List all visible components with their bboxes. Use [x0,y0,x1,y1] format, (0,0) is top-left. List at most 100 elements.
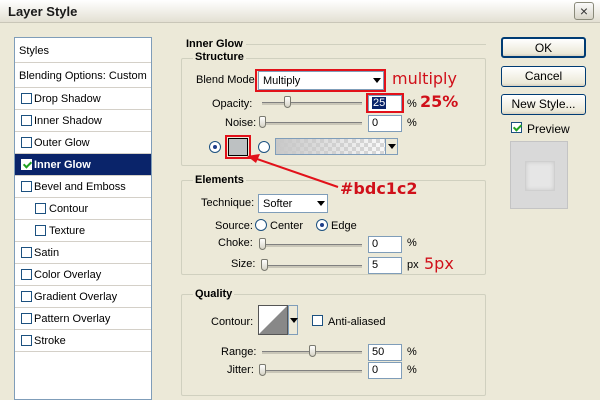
style-item-label: Outer Glow [34,137,90,149]
choke-slider-thumb[interactable] [259,238,266,250]
noise-value: 0 [372,117,379,129]
contour-dropdown[interactable] [288,305,298,335]
style-item-inner-shadow[interactable]: Inner Shadow [15,110,151,132]
styles-header-label: Styles [19,45,49,57]
choke-unit: % [407,237,417,249]
blending-options-item[interactable]: Blending Options: Custom [15,63,151,88]
close-icon: × [579,3,589,19]
style-item-contour[interactable]: Contour [15,198,151,220]
source-center-label: Center [270,220,304,232]
panel-title-divider [246,44,486,45]
anti-aliased-checkbox[interactable] [312,315,323,326]
style-item-gradient-overlay[interactable]: Gradient Overlay [15,286,151,308]
size-annotation: 5px [424,254,454,273]
chevron-down-icon [317,201,325,206]
jitter-label: Jitter: [227,364,254,376]
window-title: Layer Style [8,4,78,19]
style-item-bevel-and-emboss[interactable]: Bevel and Emboss [15,176,151,198]
technique-select[interactable]: Softer [258,194,328,213]
close-button[interactable]: × [574,2,594,20]
opacity-annotation: 25% [420,92,459,111]
style-item-checkbox[interactable] [21,313,32,324]
style-item-checkbox[interactable] [35,225,46,236]
contour-preview[interactable] [258,305,288,335]
noise-unit: % [407,117,417,129]
multiply-highlight [255,69,386,92]
ok-button[interactable]: OK [501,37,586,58]
choke-input[interactable]: 0 [368,236,402,253]
jitter-input[interactable]: 0 [368,362,402,379]
style-item-checkbox[interactable] [21,291,32,302]
color-radio[interactable] [209,141,221,153]
source-edge-label: Edge [331,220,357,232]
anti-aliased-label: Anti-aliased [328,316,386,328]
style-item-pattern-overlay[interactable]: Pattern Overlay [15,308,151,330]
style-item-checkbox[interactable] [21,335,32,346]
style-item-checkbox[interactable] [21,115,32,126]
style-item-checkbox[interactable] [21,247,32,258]
noise-slider-thumb[interactable] [259,116,266,128]
style-item-checkbox[interactable] [21,93,32,104]
elements-title: Elements [193,174,246,186]
choke-slider[interactable] [262,244,362,247]
chevron-down-icon [385,139,397,154]
style-item-label: Satin [34,247,60,259]
style-item-color-overlay[interactable]: Color Overlay [15,264,151,286]
size-slider[interactable] [262,265,362,268]
style-item-satin[interactable]: Satin [15,242,151,264]
noise-slider[interactable] [262,122,362,125]
jitter-unit: % [407,364,417,376]
gradient-radio[interactable] [258,141,270,153]
styles-list: Styles Blending Options: Custom Drop Sha… [14,37,152,400]
opacity-unit: % [407,98,417,110]
preview-swatch [525,161,555,191]
noise-input[interactable]: 0 [368,115,402,132]
style-item-texture[interactable]: Texture [15,220,151,242]
style-item-label: Bevel and Emboss [34,181,126,193]
source-center-radio[interactable] [255,219,267,231]
styles-header[interactable]: Styles [15,38,151,63]
source-edge-radio[interactable] [316,219,328,231]
panel-title: Inner Glow [186,38,243,50]
style-item-checkbox[interactable] [21,181,32,192]
color-annotation: #bdc1c2 [340,179,418,198]
preview-thumbnail [510,141,568,209]
range-input[interactable]: 50 [368,344,402,361]
style-item-checkbox[interactable] [21,159,32,170]
technique-label: Technique: [201,197,255,209]
range-unit: % [407,346,417,358]
style-item-stroke[interactable]: Stroke [15,330,151,352]
size-label: Size: [231,258,256,270]
new-style-button[interactable]: New Style... [501,94,586,115]
blend-mode-label: Blend Mode: [196,74,258,86]
style-item-label: Contour [49,203,89,215]
title-bar: Layer Style × [0,0,600,23]
contour-label: Contour: [211,316,254,328]
color-highlight [225,135,251,159]
style-item-inner-glow[interactable]: Inner Glow [15,154,151,176]
style-item-drop-shadow[interactable]: Drop Shadow [15,88,151,110]
source-label: Source: [215,220,253,232]
style-item-label: Color Overlay [34,269,102,281]
preview-checkbox[interactable] [511,122,522,133]
jitter-slider-thumb[interactable] [259,364,266,376]
style-item-checkbox[interactable] [21,137,32,148]
opacity-slider-thumb[interactable] [284,96,291,108]
gradient-picker[interactable] [275,138,398,155]
jitter-slider[interactable] [262,370,362,373]
quality-title: Quality [193,288,235,300]
opacity-label: Opacity: [212,98,253,110]
size-input[interactable]: 5 [368,257,402,274]
range-slider-thumb[interactable] [309,345,316,357]
opacity-slider[interactable] [262,102,362,105]
style-item-checkbox[interactable] [35,203,46,214]
style-item-label: Inner Glow [34,159,91,171]
blending-options-label: Blending Options: Custom [19,70,147,82]
size-slider-thumb[interactable] [261,259,268,271]
style-item-label: Inner Shadow [34,115,102,127]
style-item-label: Texture [49,225,86,237]
cancel-button[interactable]: Cancel [501,66,586,87]
size-unit: px [407,259,419,271]
style-item-checkbox[interactable] [21,269,32,280]
style-item-outer-glow[interactable]: Outer Glow [15,132,151,154]
